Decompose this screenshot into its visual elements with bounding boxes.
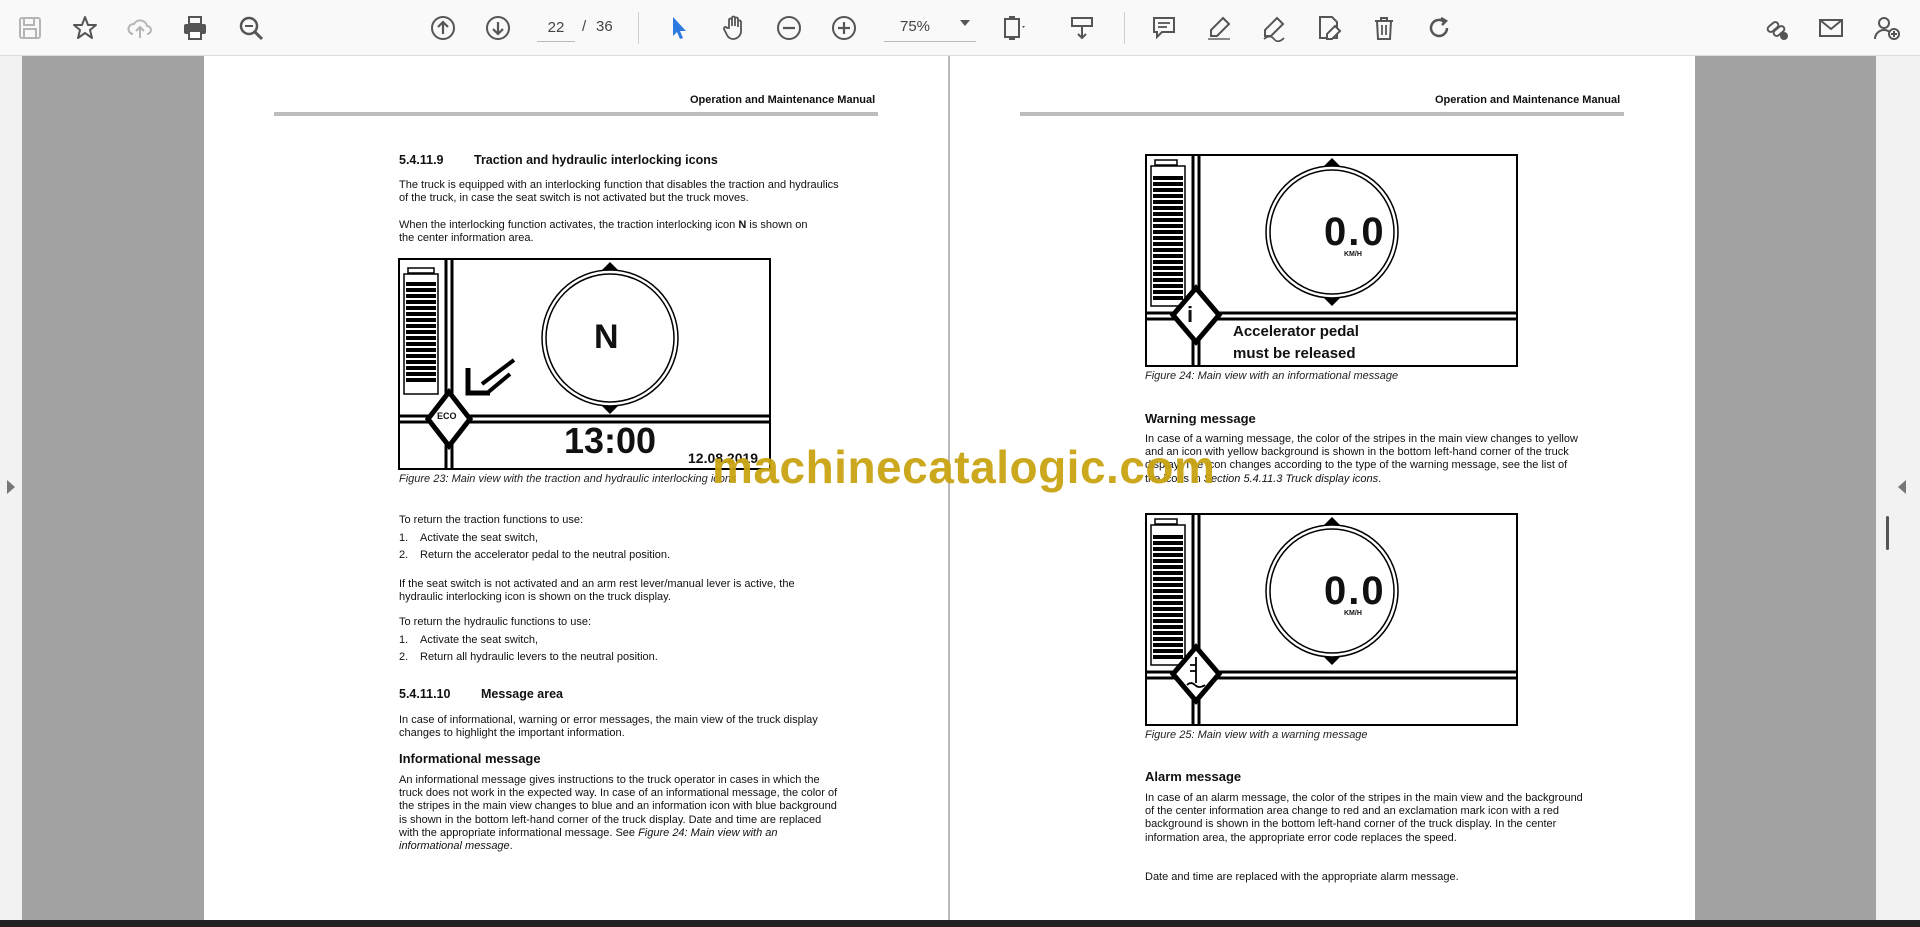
info-message-line1: Accelerator pedal: [1233, 323, 1359, 340]
subsection-title: Informational message: [399, 751, 541, 766]
share-link-icon[interactable]: [1758, 10, 1794, 46]
expand-left-icon: [7, 480, 15, 494]
header-rule: [274, 112, 878, 116]
info-icon: i: [1187, 302, 1194, 327]
zoom-in-icon[interactable]: [826, 10, 862, 46]
comment-icon[interactable]: [1146, 10, 1182, 46]
previous-page-icon[interactable]: [425, 10, 461, 46]
figure-display-info: i 0.0 KM/H Accelerator pedal must be rel…: [1145, 154, 1518, 367]
speed-value: 0.0: [1324, 210, 1386, 254]
paragraph: To return the traction functions to use:: [399, 514, 584, 526]
next-page-icon[interactable]: [480, 10, 516, 46]
speed-unit: KM/H: [1344, 610, 1362, 617]
bookmark-star-icon[interactable]: [67, 10, 103, 46]
zoom-out-icon[interactable]: [771, 10, 807, 46]
vertical-scrollbar[interactable]: [1886, 516, 1889, 550]
header-rule: [1020, 112, 1624, 116]
draw-sign-icon[interactable]: [1256, 10, 1292, 46]
page-header: Operation and Maintenance Manual: [690, 94, 876, 106]
section-number: 5.4.11.9: [399, 153, 444, 167]
page-total: 36: [596, 18, 613, 35]
highlight-pen-icon[interactable]: [1201, 10, 1237, 46]
zoom-value: 75%: [900, 18, 931, 35]
display-time: 13:00: [564, 420, 657, 461]
interlock-n-icon: N: [594, 318, 619, 356]
edit-document-icon[interactable]: [1311, 10, 1347, 46]
cloud-upload-icon[interactable]: [122, 10, 158, 46]
paragraph: In case of an alarm message, the color o…: [1145, 792, 1583, 844]
speed-value: 0.0: [1324, 569, 1386, 613]
figure-display-warning: 0.0 KM/H: [1145, 513, 1518, 726]
section-title: Message area: [481, 687, 564, 701]
page-header: Operation and Maintenance Manual: [1435, 94, 1621, 106]
print-icon[interactable]: [177, 10, 213, 46]
page-fit-icon[interactable]: [996, 10, 1032, 46]
zoom-search-icon[interactable]: [233, 10, 269, 46]
watermark-text: machinecatalogic.com: [712, 441, 1216, 493]
list-item: 1. Activate the seat switch,: [399, 634, 538, 646]
subsection-title: Alarm message: [1145, 769, 1242, 784]
figure-caption: Figure 23: Main view with the traction a…: [399, 473, 737, 485]
section-number: 5.4.11.10: [399, 687, 451, 701]
speed-unit: KM/H: [1344, 251, 1362, 258]
expand-right-icon: [1898, 480, 1906, 494]
list-item: 2. Return all hydraulic levers to the neu…: [399, 651, 658, 663]
paragraph: When the interlocking function activates…: [399, 219, 808, 245]
chevron-down-icon: [960, 20, 970, 26]
toolbar: / 36 75%: [0, 0, 1920, 56]
list-item: 1. Activate the seat switch,: [399, 532, 538, 544]
select-cursor-icon[interactable]: [661, 10, 697, 46]
page-number-input[interactable]: [537, 14, 575, 42]
info-message-line2: must be released: [1233, 345, 1356, 362]
hand-tool-icon[interactable]: [716, 10, 752, 46]
paragraph: In case of informational, warning or err…: [399, 714, 818, 740]
email-envelope-icon[interactable]: [1813, 10, 1849, 46]
figure-caption: Figure 25: Main view with a warning mess…: [1145, 729, 1368, 741]
figure-display-interlock: N ECO 13:00 12.08.2019: [398, 258, 771, 470]
page-separator: /: [582, 18, 587, 35]
paragraph: The truck is equipped with an interlocki…: [399, 179, 839, 205]
paragraph: If the seat switch is not activated and …: [399, 578, 795, 604]
right-panel-toggle[interactable]: [1876, 56, 1920, 927]
section-title: Traction and hydraulic interlocking icon…: [474, 153, 718, 167]
bottom-status-bar: [0, 920, 1920, 927]
zoom-select[interactable]: 75%: [884, 14, 976, 42]
eco-label: ECO: [437, 411, 457, 421]
delete-trash-icon[interactable]: [1366, 10, 1402, 46]
paragraph: Date and time are replaced with the appr…: [1145, 871, 1459, 883]
rotate-redo-icon[interactable]: [1421, 10, 1457, 46]
figure-caption: Figure 24: Main view with an information…: [1145, 370, 1399, 382]
list-item: 2. Return the accelerator pedal to the ne…: [399, 549, 671, 561]
scroll-mode-icon[interactable]: [1064, 10, 1100, 46]
save-icon[interactable]: [12, 10, 48, 46]
paragraph: To return the hydraulic functions to use…: [399, 616, 591, 628]
paragraph: An informational message gives instructi…: [399, 774, 838, 853]
left-panel-toggle[interactable]: [0, 56, 22, 927]
add-user-icon[interactable]: [1868, 10, 1904, 46]
subsection-title: Warning message: [1145, 411, 1256, 426]
